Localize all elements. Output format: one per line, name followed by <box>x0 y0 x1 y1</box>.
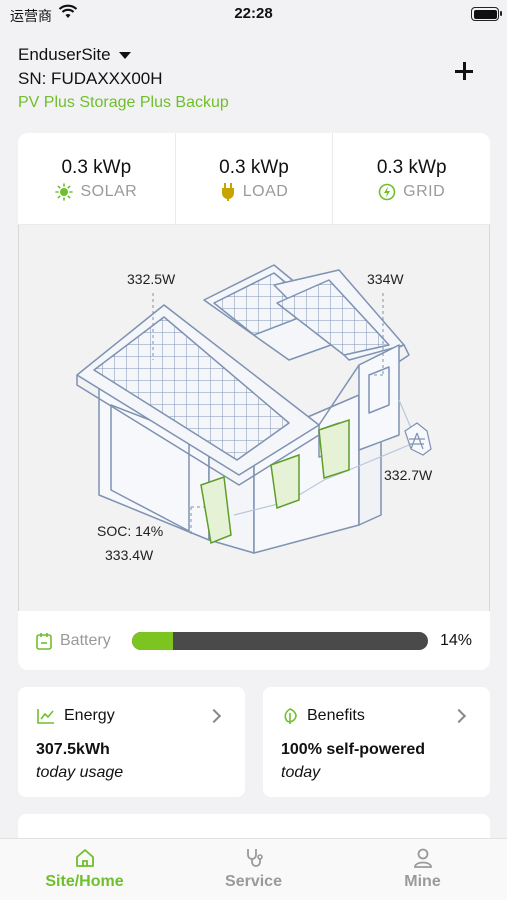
tab-label: Service <box>225 873 282 890</box>
solar-left-power: 332.5W <box>127 271 176 287</box>
stat-label: LOAD <box>242 183 289 200</box>
tab-bar: Site/Home Service Mine <box>0 838 507 900</box>
energy-flow-diagram: 332.5W 334W 332.7W SOC: 14% 333.4W <box>18 225 490 611</box>
house-illustration <box>76 264 432 554</box>
benefits-card[interactable]: Benefits 100% self-powered today <box>263 687 490 797</box>
battery-level-bar <box>132 631 428 650</box>
tab-service[interactable]: Service <box>169 839 338 900</box>
tab-label: Site/Home <box>45 873 124 890</box>
battery-status-icon <box>471 7 502 21</box>
system-mode: PV Plus Storage Plus Backup <box>18 94 229 111</box>
energy-chart-icon <box>37 709 54 724</box>
battery-soc: SOC: 14% <box>97 523 164 539</box>
benefits-value: 100% self-powered <box>281 741 426 758</box>
stethoscope-icon <box>246 849 263 867</box>
lightning-icon <box>378 183 396 201</box>
battery-power: 333.4W <box>105 547 154 563</box>
stat-value: 0.3 kWp <box>219 157 289 178</box>
energy-value: 307.5kWh <box>36 741 110 758</box>
stat-value: 0.3 kWp <box>376 157 447 178</box>
leaf-icon <box>284 708 297 724</box>
battery-row: Battery 14% <box>18 611 490 670</box>
solar-right-power: 334W <box>367 271 404 287</box>
stat-load: 0.3 kWp LOAD <box>176 133 334 224</box>
sun-icon <box>55 183 74 201</box>
battery-level-fill <box>132 631 174 650</box>
stat-label: SOLAR <box>80 183 138 200</box>
status-bar: 运营商 22:28 <box>0 0 507 30</box>
plug-icon <box>221 183 234 201</box>
site-name: EnduserSite <box>18 45 111 64</box>
site-selector[interactable]: EnduserSite <box>18 44 229 66</box>
energy-card[interactable]: Energy 307.5kWh today usage <box>18 687 245 797</box>
energy-title: Energy <box>64 707 115 724</box>
energy-subtitle: today usage <box>36 764 124 781</box>
tab-label: Mine <box>404 873 441 890</box>
grid-power: 332.7W <box>384 467 433 483</box>
battery-calendar-icon <box>36 632 52 650</box>
stats-row: 0.3 kWp SOLAR 0.3 kWp LOAD 0.3 kWp GRID <box>18 133 490 225</box>
benefits-subtitle: today <box>281 764 321 781</box>
battery-percent: 14% <box>439 631 473 649</box>
add-button[interactable] <box>453 60 475 82</box>
benefits-title: Benefits <box>307 707 365 724</box>
overview-card: 0.3 kWp SOLAR 0.3 kWp LOAD 0.3 kWp GRID … <box>18 133 490 670</box>
stat-grid: 0.3 kWp GRID <box>333 133 490 224</box>
caret-down-icon <box>118 51 131 59</box>
tab-site-home[interactable]: Site/Home <box>0 839 169 900</box>
site-header: EnduserSite SN: FUDAXXX00H PV Plus Stora… <box>18 44 229 112</box>
clock: 22:28 <box>234 5 273 22</box>
battery-label: Battery <box>60 631 111 649</box>
serial-number: SN: FUDAXXX00H <box>18 69 163 88</box>
stat-label: GRID <box>403 183 446 200</box>
user-icon <box>413 848 432 868</box>
stat-value: 0.3 kWp <box>61 157 132 178</box>
stat-solar: 0.3 kWp SOLAR <box>18 133 176 224</box>
tab-mine[interactable]: Mine <box>338 839 507 900</box>
home-icon <box>75 849 94 867</box>
